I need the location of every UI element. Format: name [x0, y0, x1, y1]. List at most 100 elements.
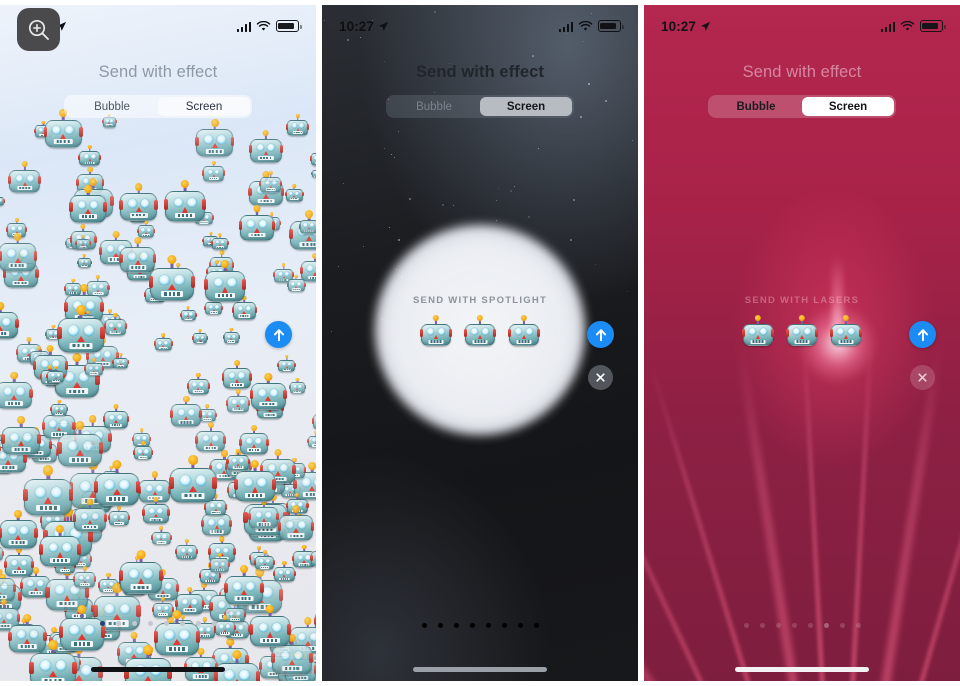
page-dot[interactable] [179, 621, 185, 626]
robot-face-emoji [286, 274, 306, 293]
robot-face-emoji [29, 640, 77, 681]
page-dot[interactable] [195, 621, 201, 626]
robot-face-emoji [8, 160, 42, 195]
laser-ray [835, 335, 874, 681]
star-dot [514, 186, 516, 188]
status-bar: 10:27 [644, 15, 960, 37]
robot-face-emoji [224, 565, 264, 606]
status-indicators [236, 20, 302, 32]
robot-face-emoji [222, 327, 241, 345]
page-dot[interactable] [115, 621, 121, 626]
robot-face-emoji [248, 498, 280, 530]
robot-face-emoji [119, 182, 158, 222]
robot-face-emoji [169, 455, 217, 505]
tab-bubble[interactable]: Bubble [710, 97, 802, 116]
page-indicator-dots[interactable] [644, 623, 960, 628]
star-dot [570, 239, 572, 241]
status-time: 10:27 [339, 18, 375, 34]
effect-name-label: SEND WITH LASERS [744, 295, 860, 306]
robot-face-emoji [149, 255, 195, 303]
page-dot-active[interactable] [99, 621, 105, 626]
robot-face-emoji [310, 166, 316, 179]
send-button[interactable] [909, 321, 936, 348]
robot-face-emoji [211, 233, 229, 250]
close-button[interactable] [910, 365, 935, 390]
star-dot [627, 291, 628, 292]
robot-face-emoji [277, 354, 296, 373]
robot-face-emoji [50, 399, 69, 417]
star-dot [360, 37, 361, 38]
close-button[interactable] [588, 365, 613, 390]
page-dot[interactable] [421, 623, 427, 628]
effect-mode-segmented-control[interactable]: Bubble Screen [708, 95, 896, 118]
page-dot-active[interactable] [823, 623, 829, 628]
robot-face-emoji [119, 550, 163, 595]
arrow-up-icon [595, 328, 606, 341]
send-button[interactable] [265, 321, 292, 348]
page-dot[interactable] [485, 623, 491, 628]
page-indicator-dots[interactable] [322, 623, 638, 628]
status-indicators [558, 20, 624, 32]
page-dot[interactable] [147, 621, 153, 626]
page-dot[interactable] [759, 623, 765, 628]
tab-bubble[interactable]: Bubble [66, 97, 158, 116]
robot-face-emoji [102, 403, 130, 430]
home-indicator [91, 667, 225, 672]
page-dot-active[interactable] [469, 623, 475, 628]
star-dot [409, 198, 411, 200]
tab-screen[interactable]: Screen [480, 97, 572, 116]
laser-ray [835, 342, 945, 681]
home-indicator [413, 667, 547, 672]
robot-face-emoji [195, 118, 235, 159]
tab-bubble[interactable]: Bubble [388, 97, 480, 116]
status-indicators [880, 20, 946, 32]
robot-face-emoji [213, 615, 236, 637]
effect-mode-segmented-control[interactable]: Bubble Screen [64, 95, 252, 118]
tab-screen[interactable]: Screen [158, 97, 250, 116]
page-dot[interactable] [743, 623, 749, 628]
page-dot[interactable] [163, 621, 169, 626]
robot-face-emoji [286, 114, 310, 137]
page-dot[interactable] [855, 623, 861, 628]
robot-face-emoji [464, 315, 496, 347]
cellular-bars-icon [236, 21, 251, 32]
arrow-up-icon [917, 328, 928, 341]
star-dot [532, 55, 534, 57]
page-dot[interactable] [533, 623, 539, 628]
page-dot[interactable] [131, 621, 137, 626]
page-dot[interactable] [517, 623, 523, 628]
robot-face-emoji [239, 205, 275, 242]
robot-face-emoji [204, 260, 246, 303]
star-dot [528, 216, 530, 218]
page-dot[interactable] [437, 623, 443, 628]
home-indicator [735, 667, 869, 672]
close-x-icon [596, 373, 605, 382]
page-dot[interactable] [453, 623, 459, 628]
effect-mode-segmented-control[interactable]: Bubble Screen [386, 95, 574, 118]
page-dot[interactable] [807, 623, 813, 628]
cellular-bars-icon [558, 21, 573, 32]
laser-ray [801, 335, 840, 681]
robot-face-emoji [307, 430, 316, 449]
page-indicator-dots[interactable] [0, 621, 316, 626]
page-dot[interactable] [839, 623, 845, 628]
star-dot [394, 157, 395, 158]
robot-face-emoji [46, 365, 65, 384]
robot-face-emoji [259, 170, 283, 194]
robot-face-emoji [23, 465, 74, 517]
send-button[interactable] [587, 321, 614, 348]
tab-screen[interactable]: Screen [802, 97, 894, 116]
page-dot[interactable] [791, 623, 797, 628]
robot-face-emoji [311, 407, 316, 431]
page-dot[interactable] [775, 623, 781, 628]
magnifier-plus-icon-badge[interactable] [17, 8, 60, 51]
robot-face-emoji [248, 129, 283, 165]
page-dot[interactable] [211, 621, 217, 626]
star-dot [434, 11, 436, 13]
page-dot[interactable] [501, 623, 507, 628]
star-dot [338, 266, 339, 267]
robot-face-emoji [310, 545, 316, 568]
robot-face-emoji [226, 389, 251, 413]
star-dot [389, 227, 390, 228]
screenshot-stage: 10:27 Send with effect Bubble Screen [0, 0, 960, 686]
